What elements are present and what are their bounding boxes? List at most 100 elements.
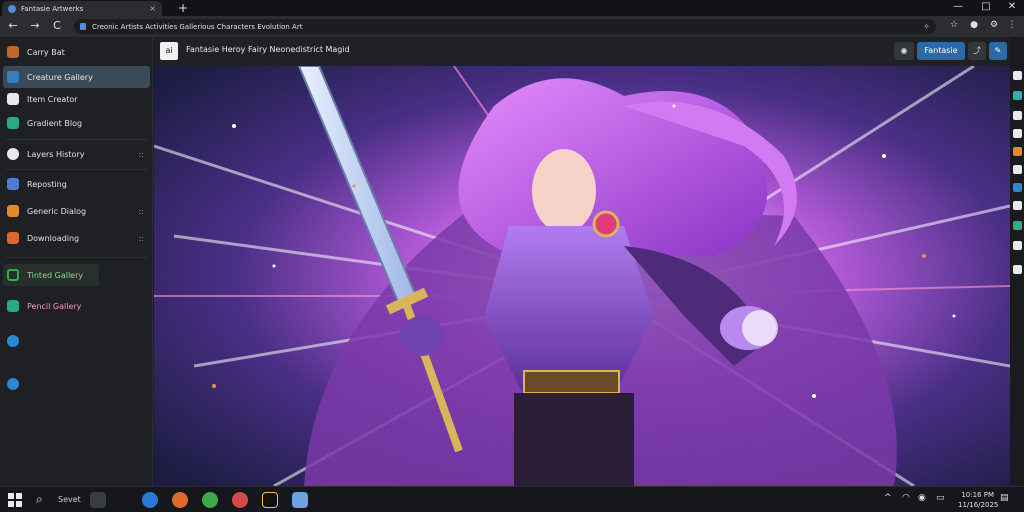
opera-icon[interactable]	[232, 492, 248, 508]
panel-app-icon[interactable]	[1013, 111, 1022, 120]
sidebar-divider	[6, 169, 147, 170]
taskbar: ⌕ Sevet ^ ◠ ◉ ▭ 10:16 PM 11/16/2025 ▤	[0, 486, 1024, 512]
sidebar-item-shortcut-1[interactable]	[3, 330, 150, 352]
browser-toolbar: ← → C Creonic Artists Activities Galleri…	[0, 16, 1024, 37]
download-icon	[7, 232, 19, 244]
sidebar-divider	[6, 257, 147, 258]
shortcut-icon	[7, 378, 19, 390]
panel-app-icon[interactable]	[1013, 201, 1022, 210]
tab-favicon-icon	[8, 4, 16, 13]
panel-app-icon[interactable]	[1013, 265, 1022, 274]
clock[interactable]: 10:16 PM 11/16/2025	[958, 490, 999, 510]
profile-icon[interactable]: ●	[968, 20, 980, 32]
bookmark-star-icon[interactable]: ☆	[948, 20, 960, 32]
forward-button[interactable]: →	[28, 19, 42, 32]
sidebar-item-item-creator[interactable]: Item Creator	[3, 88, 150, 110]
more-options-icon[interactable]: ::	[139, 207, 144, 216]
sidebar-item-label: Tinted Gallery	[27, 270, 84, 280]
clock-date: 11/16/2025	[958, 501, 999, 509]
sidebar-item-tinted-gallery[interactable]: Tinted Gallery	[3, 264, 99, 286]
site-info-icon[interactable]	[80, 23, 86, 30]
photos-icon[interactable]	[292, 492, 308, 508]
content-header: ai Fantasie Heroy Fairy Neonedistrict Ma…	[154, 37, 1010, 66]
preview-button[interactable]: ◉	[894, 42, 914, 60]
site-logo[interactable]: ai	[160, 42, 178, 60]
browser-tab[interactable]: Fantasie Artwerks ×	[2, 1, 162, 16]
tinted-gallery-icon	[7, 269, 19, 281]
blog-icon	[7, 117, 19, 129]
panel-app-icon[interactable]	[1013, 71, 1022, 80]
sidebar-item-label: Layers History	[27, 149, 85, 159]
sidebar-item-pencil-gallery[interactable]: Pencil Gallery	[3, 295, 150, 317]
task-view-icon[interactable]	[90, 492, 106, 508]
maximize-button[interactable]: □	[978, 1, 994, 12]
tab-title: Fantasie Artwerks	[21, 4, 84, 13]
app-icon	[7, 46, 19, 58]
extension-icon[interactable]: ✧	[923, 22, 930, 31]
settings-icon[interactable]: ⚙	[988, 20, 1000, 32]
reload-button[interactable]: C	[50, 19, 64, 32]
notification-icon[interactable]: ▤	[1000, 493, 1009, 503]
tray-overflow-icon[interactable]: ^	[884, 493, 892, 503]
pencil-gallery-icon	[7, 300, 19, 312]
gallery-icon	[7, 71, 19, 83]
creator-icon	[7, 93, 19, 105]
more-options-icon[interactable]: ::	[139, 150, 144, 159]
panel-app-icon[interactable]	[1013, 183, 1022, 192]
url-text: Creonic Artists Activities Gallerious Ch…	[92, 22, 303, 31]
edge-icon[interactable]	[142, 492, 158, 508]
address-bar[interactable]: Creonic Artists Activities Gallerious Ch…	[74, 19, 936, 34]
sidebar: Carry Bat Creature Gallery Item Creator …	[0, 37, 153, 486]
artwork-canvas[interactable]	[154, 66, 1010, 486]
sidebar-item-label: Pencil Gallery	[27, 301, 82, 311]
shortcut-icon	[7, 335, 19, 347]
sidebar-item-label: Item Creator	[27, 94, 78, 104]
back-button[interactable]: ←	[6, 19, 20, 32]
sidebar-item-label: Carry Bat	[27, 47, 65, 57]
primary-action-button[interactable]: Fantasie	[917, 42, 965, 60]
panel-app-icon[interactable]	[1013, 241, 1022, 250]
share-button[interactable]: ⤴	[968, 42, 986, 60]
right-side-panel	[1010, 37, 1024, 486]
tab-strip: Fantasie Artwerks × + — □ ✕	[0, 0, 1024, 16]
sidebar-item-shortcut-2[interactable]	[3, 373, 150, 395]
close-window-button[interactable]: ✕	[1004, 1, 1020, 12]
close-tab-icon[interactable]: ×	[149, 4, 156, 13]
page-title: Fantasie Heroy Fairy Neonedistrict Magid	[186, 45, 350, 54]
panel-app-icon[interactable]	[1013, 165, 1022, 174]
battery-icon[interactable]: ▭	[936, 493, 945, 503]
sidebar-item-generic-dialog[interactable]: Generic Dialog ::	[3, 200, 150, 222]
sidebar-item-label: Downloading	[27, 233, 80, 243]
firefox-icon[interactable]	[172, 492, 188, 508]
chrome-icon[interactable]	[202, 492, 218, 508]
more-options-icon[interactable]: ::	[139, 234, 144, 243]
edit-button[interactable]: ✎	[989, 42, 1007, 60]
sidebar-item-gradient-blog[interactable]: Gradient Blog	[3, 112, 150, 134]
sidebar-item-label: Creature Gallery	[27, 72, 93, 82]
terminal-icon[interactable]	[262, 492, 278, 508]
network-icon[interactable]: ◠	[902, 493, 910, 503]
repost-icon	[7, 178, 19, 190]
panel-app-icon[interactable]	[1013, 221, 1022, 230]
artwork-illustration	[154, 66, 1010, 486]
sidebar-divider	[6, 139, 147, 140]
menu-icon[interactable]: ⋮	[1006, 20, 1018, 32]
layers-icon	[7, 148, 19, 160]
panel-app-icon[interactable]	[1013, 129, 1022, 138]
search-label[interactable]: Sevet	[58, 495, 81, 504]
sidebar-item-creature-gallery[interactable]: Creature Gallery	[3, 66, 150, 88]
panel-app-icon[interactable]	[1013, 91, 1022, 100]
minimize-button[interactable]: —	[950, 1, 966, 12]
sidebar-item-carry-bat[interactable]: Carry Bat	[3, 41, 150, 63]
sidebar-item-reposting[interactable]: Reposting	[3, 173, 150, 195]
sidebar-item-label: Reposting	[27, 179, 67, 189]
clock-time: 10:16 PM	[961, 491, 994, 499]
sidebar-item-label: Gradient Blog	[27, 118, 83, 128]
new-tab-button[interactable]: +	[176, 1, 190, 15]
sidebar-item-layers-history[interactable]: Layers History ::	[3, 143, 150, 165]
panel-app-icon[interactable]	[1013, 147, 1022, 156]
sidebar-item-downloading[interactable]: Downloading ::	[3, 227, 150, 249]
start-icon[interactable]	[8, 493, 22, 507]
volume-icon[interactable]: ◉	[918, 493, 926, 503]
search-icon[interactable]: ⌕	[36, 492, 43, 507]
